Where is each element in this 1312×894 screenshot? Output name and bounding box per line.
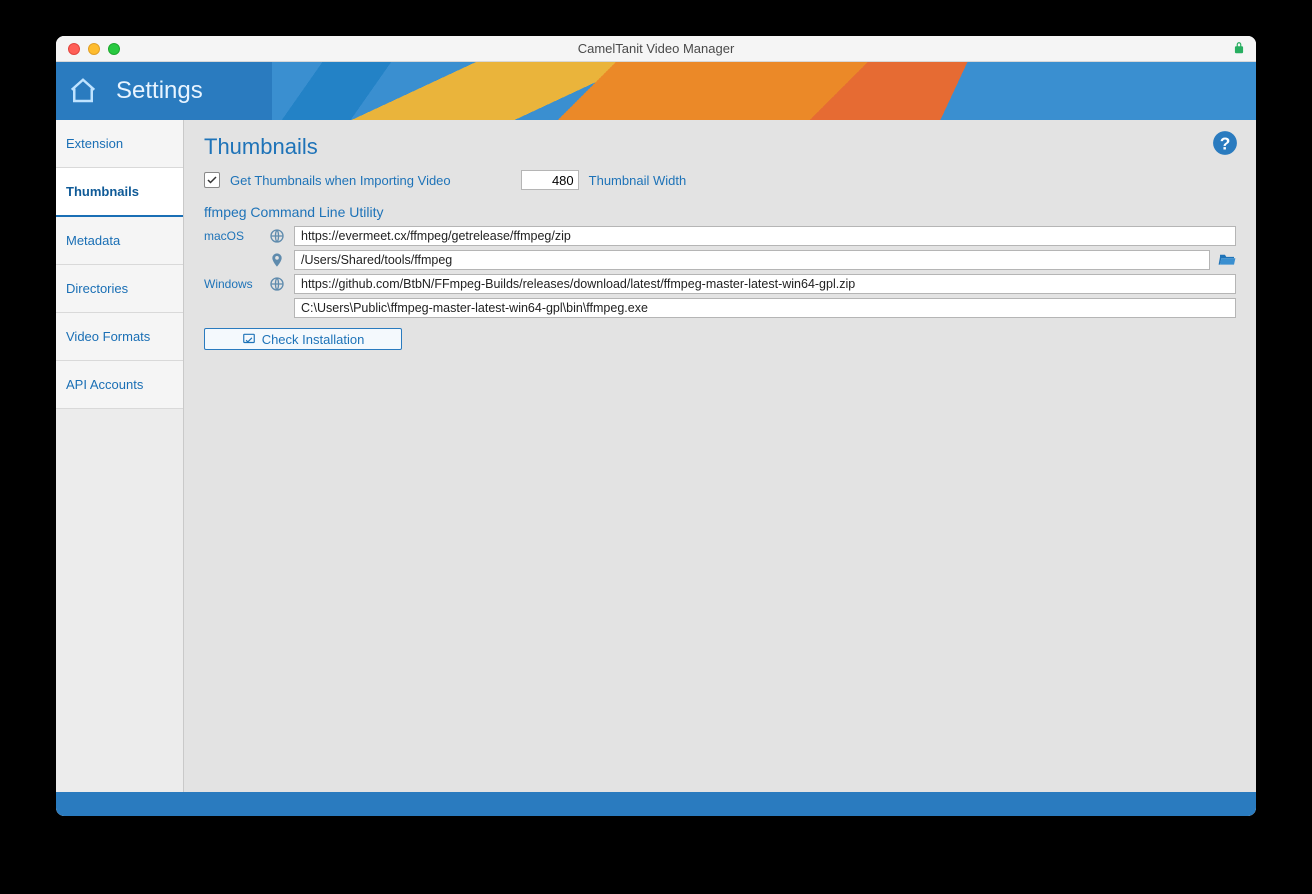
windows-label: Windows (204, 277, 260, 291)
macos-path-input[interactable] (294, 250, 1210, 270)
macos-url-row: macOS (204, 226, 1236, 246)
sidebar-item-extension[interactable]: Extension (56, 120, 183, 168)
sidebar-item-label: Thumbnails (66, 184, 139, 199)
import-row: Get Thumbnails when Importing Video Thum… (204, 170, 1236, 190)
windows-url-input[interactable] (294, 274, 1236, 294)
window-controls (56, 43, 120, 55)
body: Extension Thumbnails Metadata Directorie… (56, 120, 1256, 792)
svg-text:?: ? (1220, 134, 1231, 154)
titlebar: CamelTanit Video Manager (56, 36, 1256, 62)
windows-path-input[interactable] (294, 298, 1236, 318)
check-installation-button[interactable]: Check Installation (204, 328, 402, 350)
sidebar-item-label: Extension (66, 136, 123, 151)
import-checkbox-label: Get Thumbnails when Importing Video (230, 173, 451, 188)
location-icon (268, 252, 286, 268)
settings-sidebar: Extension Thumbnails Metadata Directorie… (56, 120, 184, 792)
zoom-window-button[interactable] (108, 43, 120, 55)
macos-label: macOS (204, 229, 260, 243)
sidebar-item-thumbnails[interactable]: Thumbnails (56, 168, 183, 217)
sidebar-item-api-accounts[interactable]: API Accounts (56, 361, 183, 409)
settings-content: ? Thumbnails Get Thumbnails when Importi… (184, 120, 1256, 792)
sidebar-filler (56, 409, 183, 792)
header-banner: Settings (56, 62, 1256, 120)
thumbnail-width-input[interactable] (521, 170, 579, 190)
thumbnail-width-label: Thumbnail Width (589, 173, 687, 188)
ffmpeg-section-title: ffmpeg Command Line Utility (204, 204, 1236, 220)
sidebar-item-label: Video Formats (66, 329, 150, 344)
windows-url-row: Windows (204, 274, 1236, 294)
minimize-window-button[interactable] (88, 43, 100, 55)
folder-open-icon[interactable] (1218, 252, 1236, 269)
close-window-button[interactable] (68, 43, 80, 55)
windows-path-row (204, 298, 1236, 318)
banner-decoration (56, 62, 1256, 120)
page-title: Settings (116, 77, 203, 105)
check-install-icon (242, 332, 256, 346)
sidebar-item-metadata[interactable]: Metadata (56, 217, 183, 265)
macos-url-input[interactable] (294, 226, 1236, 246)
content-title: Thumbnails (204, 134, 1236, 160)
import-checkbox[interactable] (204, 172, 220, 188)
window-title: CamelTanit Video Manager (56, 41, 1256, 56)
globe-icon (268, 228, 286, 244)
sidebar-item-label: API Accounts (66, 377, 143, 392)
sidebar-item-video-formats[interactable]: Video Formats (56, 313, 183, 361)
help-icon[interactable]: ? (1212, 130, 1238, 159)
footer-bar (56, 792, 1256, 816)
lock-icon (1232, 41, 1246, 58)
sidebar-item-label: Metadata (66, 233, 120, 248)
app-window: CamelTanit Video Manager Settings Extens… (56, 36, 1256, 816)
sidebar-item-label: Directories (66, 281, 128, 296)
sidebar-item-directories[interactable]: Directories (56, 265, 183, 313)
macos-path-row (204, 250, 1236, 270)
globe-icon (268, 276, 286, 292)
check-installation-label: Check Installation (262, 332, 365, 347)
home-icon[interactable] (68, 76, 98, 106)
